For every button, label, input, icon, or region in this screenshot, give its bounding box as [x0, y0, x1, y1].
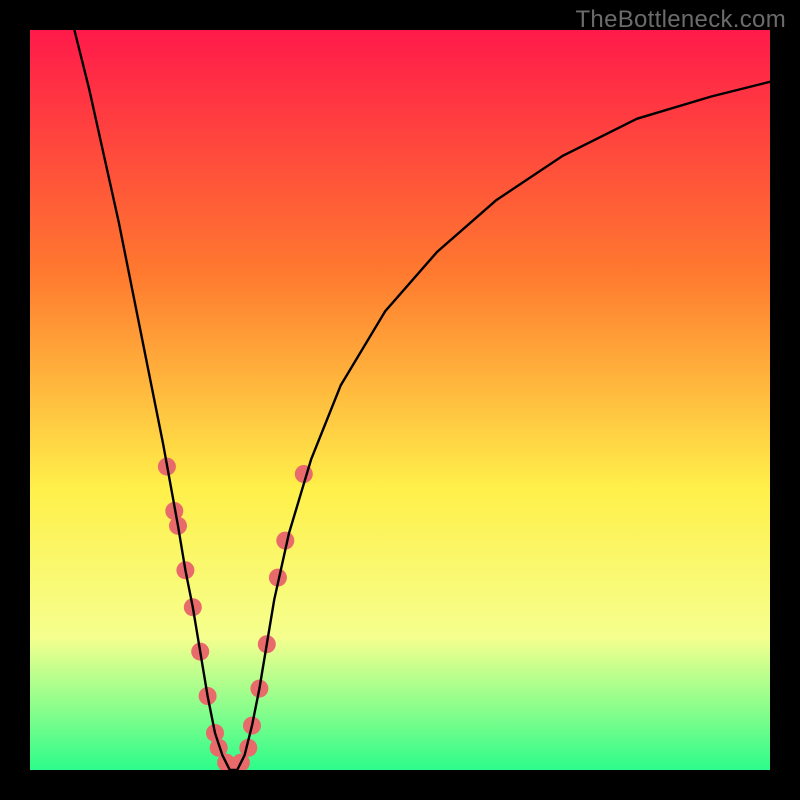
plot-area	[30, 30, 770, 770]
chart-frame: TheBottleneck.com	[0, 0, 800, 800]
gradient-background	[30, 30, 770, 770]
